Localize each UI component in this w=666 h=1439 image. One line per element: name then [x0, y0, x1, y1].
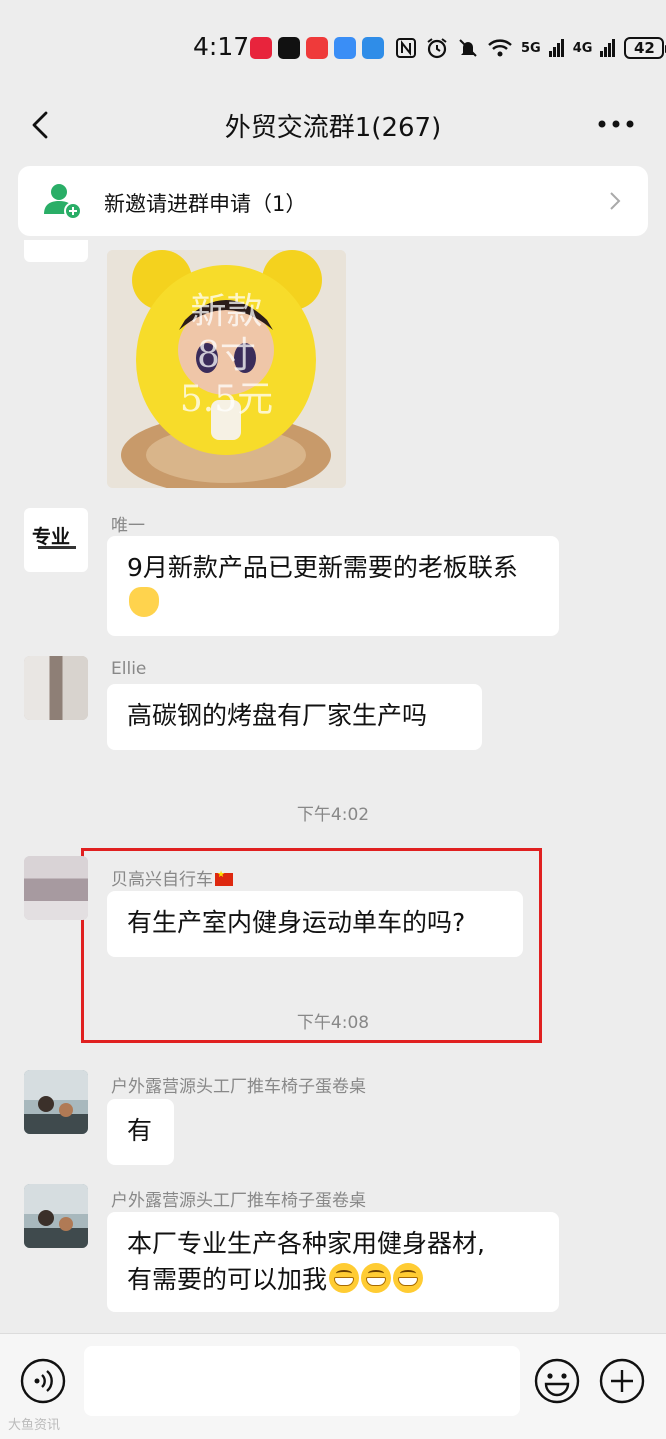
network-4g-label: 4G [572, 40, 593, 56]
photo-overlay-line: 新款 [190, 291, 263, 332]
message-text: 9月新款产品已更新需要的老板联系 [127, 553, 518, 582]
sender-name: 唯一 [111, 516, 145, 536]
status-indicators: 5G 4G 42 [395, 36, 666, 60]
sender-name: 户外露营源头工厂推车椅子蛋卷桌 [111, 1191, 366, 1211]
sender-name: 贝高兴自行车 [111, 865, 233, 890]
message-text-line: 有需要的可以加我 [127, 1265, 328, 1294]
grin-emoji-icon [329, 1263, 360, 1293]
nfc-icon [396, 38, 416, 58]
battery-indicator: 42 [624, 37, 666, 59]
message-bubble[interactable]: 有 [107, 1099, 174, 1165]
add-member-icon [44, 184, 82, 220]
redbook-icon [306, 37, 328, 59]
avatar-photo [24, 1184, 88, 1248]
wifi-icon [488, 39, 512, 57]
chat-header: 外贸交流群1(267) [0, 95, 666, 157]
mute-icon [459, 39, 477, 57]
message-text: 有生产室内健身运动单车的吗? [127, 908, 466, 937]
grin-emoji-icon [361, 1263, 392, 1293]
signal-4g-icon [600, 39, 616, 57]
status-bar: 4:17 5G 4G 42 [0, 0, 666, 95]
message-bubble[interactable]: 高碳钢的烤盘有厂家生产吗 [107, 684, 482, 750]
message-input[interactable] [84, 1346, 520, 1416]
avatar-logo-stroke [38, 546, 76, 549]
avatar[interactable] [24, 1184, 88, 1248]
chat-input-bar [0, 1333, 666, 1439]
app-notification-icon [250, 37, 272, 59]
group-title: 外贸交流群1(267) [224, 113, 442, 143]
avatar-logo-text: 专业 [32, 526, 71, 548]
avatar-photo [24, 1070, 88, 1134]
avatar-partial[interactable] [24, 240, 88, 262]
china-flag-icon [215, 870, 233, 886]
message-bubble[interactable]: 9月新款产品已更新需要的老板联系 [107, 536, 559, 636]
message-text: 有 [127, 1116, 153, 1145]
cloud-icon [334, 37, 356, 59]
message-text-line: 本厂专业生产各种家用健身器材, [127, 1229, 485, 1258]
status-time: 4:17 [193, 32, 250, 61]
avatar-blurred [24, 856, 88, 920]
voice-input-icon[interactable] [19, 1357, 67, 1405]
more-options-icon[interactable] [596, 109, 636, 139]
avatar[interactable] [24, 1070, 88, 1134]
message-bubble[interactable]: 有生产室内健身运动单车的吗? [107, 891, 523, 957]
emoji-icon[interactable] [533, 1357, 581, 1405]
avatar[interactable]: 专业 [24, 508, 88, 572]
grin-emoji-icon [393, 1263, 424, 1293]
tiktok-icon [278, 37, 300, 59]
photo-overlay-line: 8寸 [197, 335, 256, 376]
timestamp: 下午4:02 [296, 805, 370, 825]
chevron-right-icon [610, 192, 621, 210]
message-text: 高碳钢的烤盘有厂家生产吗 [127, 701, 428, 730]
message-bubble[interactable]: 本厂专业生产各种家用健身器材, 有需要的可以加我 [107, 1212, 559, 1312]
invite-request-text: 新邀请进群申请（1） [104, 192, 307, 216]
timestamp: 下午4:08 [296, 1013, 370, 1033]
product-photo-message[interactable]: 新款 8寸 5.5元 [107, 250, 346, 488]
signal-5g-icon [548, 39, 564, 57]
avatar-blurred [24, 656, 88, 720]
ok-hand-emoji-icon [129, 587, 159, 617]
photo-overlay-text: 新款 8寸 5.5元 [107, 290, 346, 422]
avatar[interactable] [24, 656, 88, 720]
plus-icon[interactable] [598, 1357, 646, 1405]
sender-name: Ellie [111, 659, 147, 679]
sender-name: 户外露营源头工厂推车椅子蛋卷桌 [111, 1077, 366, 1097]
network-5g-label: 5G [521, 40, 541, 56]
photo-overlay-line: 5.5元 [179, 379, 274, 420]
sender-name-text: 贝高兴自行车 [111, 870, 213, 890]
watermark-text: 大鱼资讯 [8, 1418, 61, 1433]
avatar[interactable] [24, 856, 88, 920]
group-invite-request-banner[interactable]: 新邀请进群申请（1） [18, 166, 648, 236]
status-app-icons [250, 37, 384, 59]
weather-icon [362, 37, 384, 59]
alarm-icon [427, 38, 447, 59]
